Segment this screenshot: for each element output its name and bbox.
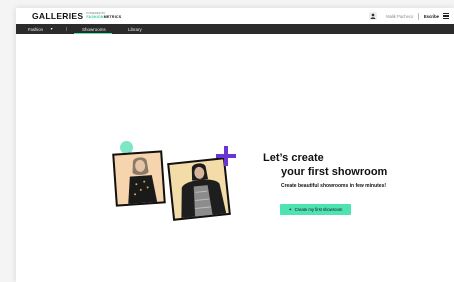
user-name[interactable]: Malik Pacheco xyxy=(386,14,413,19)
tab-showrooms[interactable]: Showrooms xyxy=(82,27,106,32)
tab-library[interactable]: Library xyxy=(128,27,142,32)
model-photo-1 xyxy=(112,150,166,207)
logo-brand: FASHIONMETRICS xyxy=(86,15,122,20)
galleries-logo[interactable]: GALLERIES POWERED BY FASHIONMETRICS xyxy=(32,11,121,21)
title-line-2: your first showroom xyxy=(281,166,388,178)
empty-state-illustration xyxy=(112,138,242,228)
brand-dropdown-label: Fashion xyxy=(28,26,43,32)
nav-bar: Fashion ▼ Showrooms Library xyxy=(16,24,454,34)
brand-dropdown[interactable]: Fashion ▼ xyxy=(28,27,53,32)
app-window: GALLERIES POWERED BY FASHIONMETRICS Mali… xyxy=(16,8,454,282)
model-photo-2 xyxy=(167,157,231,221)
empty-state-title: Let’s create your first showroom xyxy=(263,151,387,179)
logo-subtitle: POWERED BY FASHIONMETRICS xyxy=(86,12,121,19)
user-icon[interactable] xyxy=(369,12,378,20)
plus-icon xyxy=(216,146,236,166)
logo-brand-main: METRICS xyxy=(103,15,122,19)
company-name[interactable]: Escribe xyxy=(424,14,439,19)
top-header: GALLERIES POWERED BY FASHIONMETRICS Mali… xyxy=(16,8,454,24)
empty-state-subtitle: Create beautiful showrooms in few minute… xyxy=(281,183,387,189)
active-tab-indicator xyxy=(74,33,112,34)
chevron-down-icon: ▼ xyxy=(49,27,54,31)
nav-divider xyxy=(66,27,67,31)
add-icon: + xyxy=(288,206,292,213)
logo-brand-accent: FASHION xyxy=(86,15,104,19)
header-divider xyxy=(418,12,419,20)
logo-text: GALLERIES xyxy=(32,11,84,21)
title-line-1: Let’s create xyxy=(263,152,324,164)
apps-grid-icon[interactable] xyxy=(443,12,450,20)
create-first-showroom-label: Create my first showroom xyxy=(294,207,343,212)
user-area: Malik Pacheco Escribe xyxy=(369,11,450,21)
create-first-showroom-button[interactable]: + Create my first showroom xyxy=(280,204,351,215)
